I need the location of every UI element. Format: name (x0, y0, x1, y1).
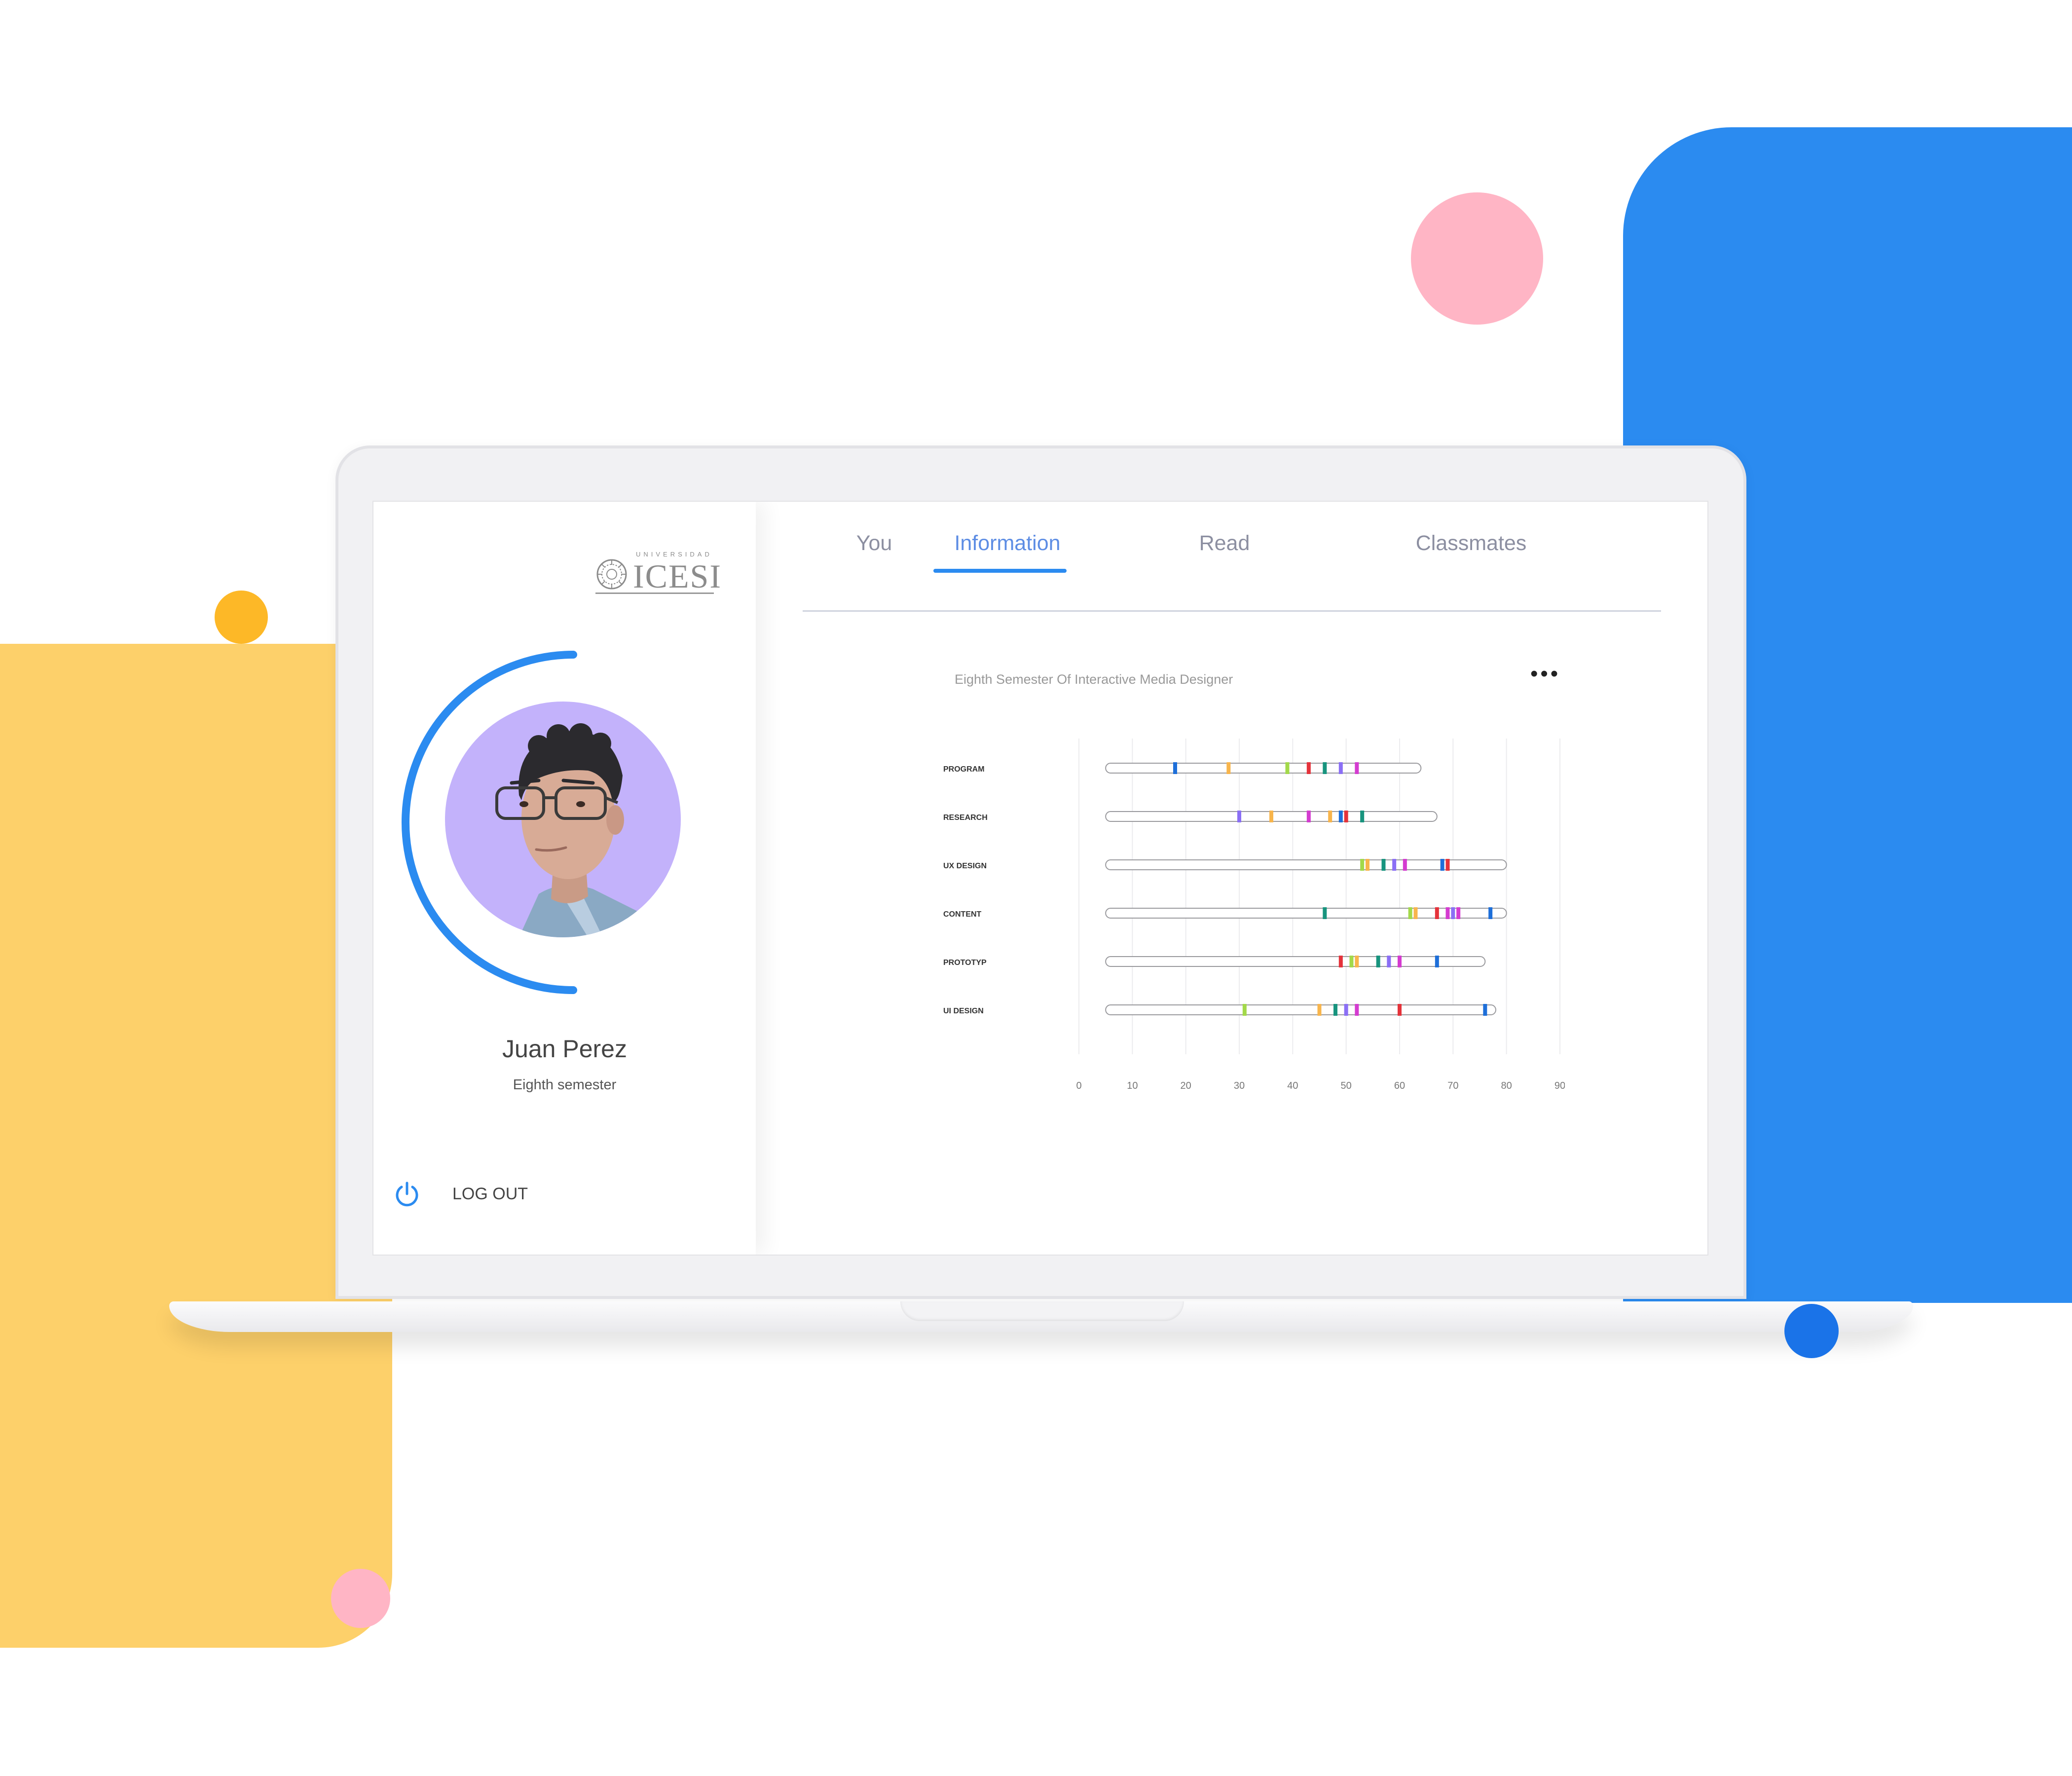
laptop-notch (900, 1301, 1184, 1321)
bar-marker (1344, 1004, 1348, 1016)
bar-marker (1344, 811, 1348, 822)
bar-marker (1349, 956, 1354, 967)
bar-marker (1445, 859, 1450, 871)
x-tick-label: 90 (1554, 1080, 1565, 1091)
bar-marker (1360, 811, 1365, 822)
more-horizontal-icon[interactable]: ••• (1530, 663, 1560, 685)
bar-marker (1435, 907, 1439, 919)
category-label: UX DESIGN (943, 862, 987, 870)
bar-marker (1483, 1004, 1487, 1016)
x-tick-label: 20 (1181, 1080, 1191, 1091)
category-label: CONTENT (943, 910, 982, 919)
x-tick-label: 70 (1447, 1080, 1458, 1091)
bar-marker (1456, 907, 1461, 919)
bar-marker (1392, 859, 1397, 871)
category-label: PROGRAM (943, 765, 985, 774)
bar-marker (1398, 956, 1402, 967)
x-tick-label: 80 (1501, 1080, 1512, 1091)
bar-marker (1376, 956, 1380, 967)
bar-marker (1360, 859, 1365, 871)
bar-marker (1398, 1004, 1402, 1016)
tab-information[interactable]: Information (928, 531, 1086, 555)
bar-marker (1285, 762, 1290, 774)
bar-marker (1338, 956, 1343, 967)
orange-decoration-dot (215, 591, 268, 644)
bar-marker (1435, 956, 1439, 967)
bar-marker (1269, 811, 1273, 822)
bar-marker (1355, 762, 1359, 774)
active-tab-indicator (933, 569, 1067, 573)
x-tick-label: 30 (1234, 1080, 1245, 1091)
category-label: PROTOTYP (943, 959, 987, 967)
bar-marker (1306, 762, 1311, 774)
profile-sidebar: UNIVERSIDAD ICESI Juan Perez Eighth seme… (373, 502, 756, 1255)
bar-marker (1355, 1004, 1359, 1016)
bar-marker (1306, 811, 1311, 822)
bar (1105, 763, 1422, 774)
yellow-decoration-block (0, 644, 392, 1648)
university-logo: UNIVERSIDAD ICESI (595, 548, 721, 595)
pink-decoration-dot (1411, 192, 1543, 325)
x-tick-label: 0 (1076, 1080, 1081, 1091)
bar-marker (1226, 762, 1231, 774)
tab-you[interactable]: You (850, 531, 899, 555)
bar-marker (1366, 859, 1369, 871)
x-tick-label: 50 (1341, 1080, 1352, 1091)
bar-marker (1451, 907, 1455, 919)
logout-button[interactable]: LOG OUT (392, 1177, 528, 1211)
x-tick-label: 10 (1127, 1080, 1138, 1091)
category-label: UI DESIGN (943, 1007, 984, 1015)
logout-label: LOG OUT (452, 1184, 528, 1203)
bar-marker (1323, 907, 1327, 919)
blue-decoration-dot (1784, 1304, 1839, 1358)
bar-marker (1328, 811, 1332, 822)
power-icon (396, 1182, 418, 1207)
bar-marker (1488, 907, 1493, 919)
category-label: RESEARCH (943, 814, 988, 822)
bar-marker (1338, 811, 1343, 822)
app-screen: UNIVERSIDAD ICESI Juan Perez Eighth seme… (372, 501, 1708, 1256)
chart-title: Eighth Semester Of Interactive Media Des… (955, 672, 1233, 687)
semester-chart: 0 10 20 30 40 50 60 70 80 90 PROGRAM RESEARCH UX DES… (943, 739, 1565, 1091)
pink-decoration-dot-small (331, 1569, 390, 1628)
bar-marker (1387, 956, 1391, 967)
bar-marker (1173, 762, 1177, 774)
bar-marker (1338, 762, 1343, 774)
seal-icon (596, 559, 627, 590)
avatar-portrait-image (495, 723, 657, 937)
bar-marker (1323, 762, 1327, 774)
student-name: Juan Perez (502, 1035, 627, 1063)
x-tick-label: 60 (1394, 1080, 1405, 1091)
logo-underline (595, 592, 714, 594)
student-semester: Eighth semester (513, 1077, 617, 1093)
bar-marker (1317, 1004, 1322, 1016)
bar-marker (1408, 907, 1412, 919)
tabs-divider (803, 610, 1661, 612)
bar-marker (1413, 907, 1418, 919)
bar-marker (1237, 811, 1241, 822)
main-panel: You Information Read Classmates Eighth S… (756, 502, 1707, 1255)
avatar (445, 702, 681, 937)
bar-marker (1440, 859, 1444, 871)
bar-marker (1403, 859, 1407, 871)
bar (1105, 956, 1486, 967)
tab-classmates[interactable]: Classmates (1397, 531, 1545, 555)
bar-marker (1445, 907, 1450, 919)
x-tick-label: 40 (1287, 1080, 1298, 1091)
logo-title: ICESI (633, 557, 722, 595)
bar-marker (1242, 1004, 1247, 1016)
bar-marker (1355, 956, 1359, 967)
bar-marker (1333, 1004, 1337, 1016)
bar (1105, 1004, 1496, 1015)
bar-marker (1381, 859, 1386, 871)
tab-read[interactable]: Read (1187, 531, 1261, 555)
